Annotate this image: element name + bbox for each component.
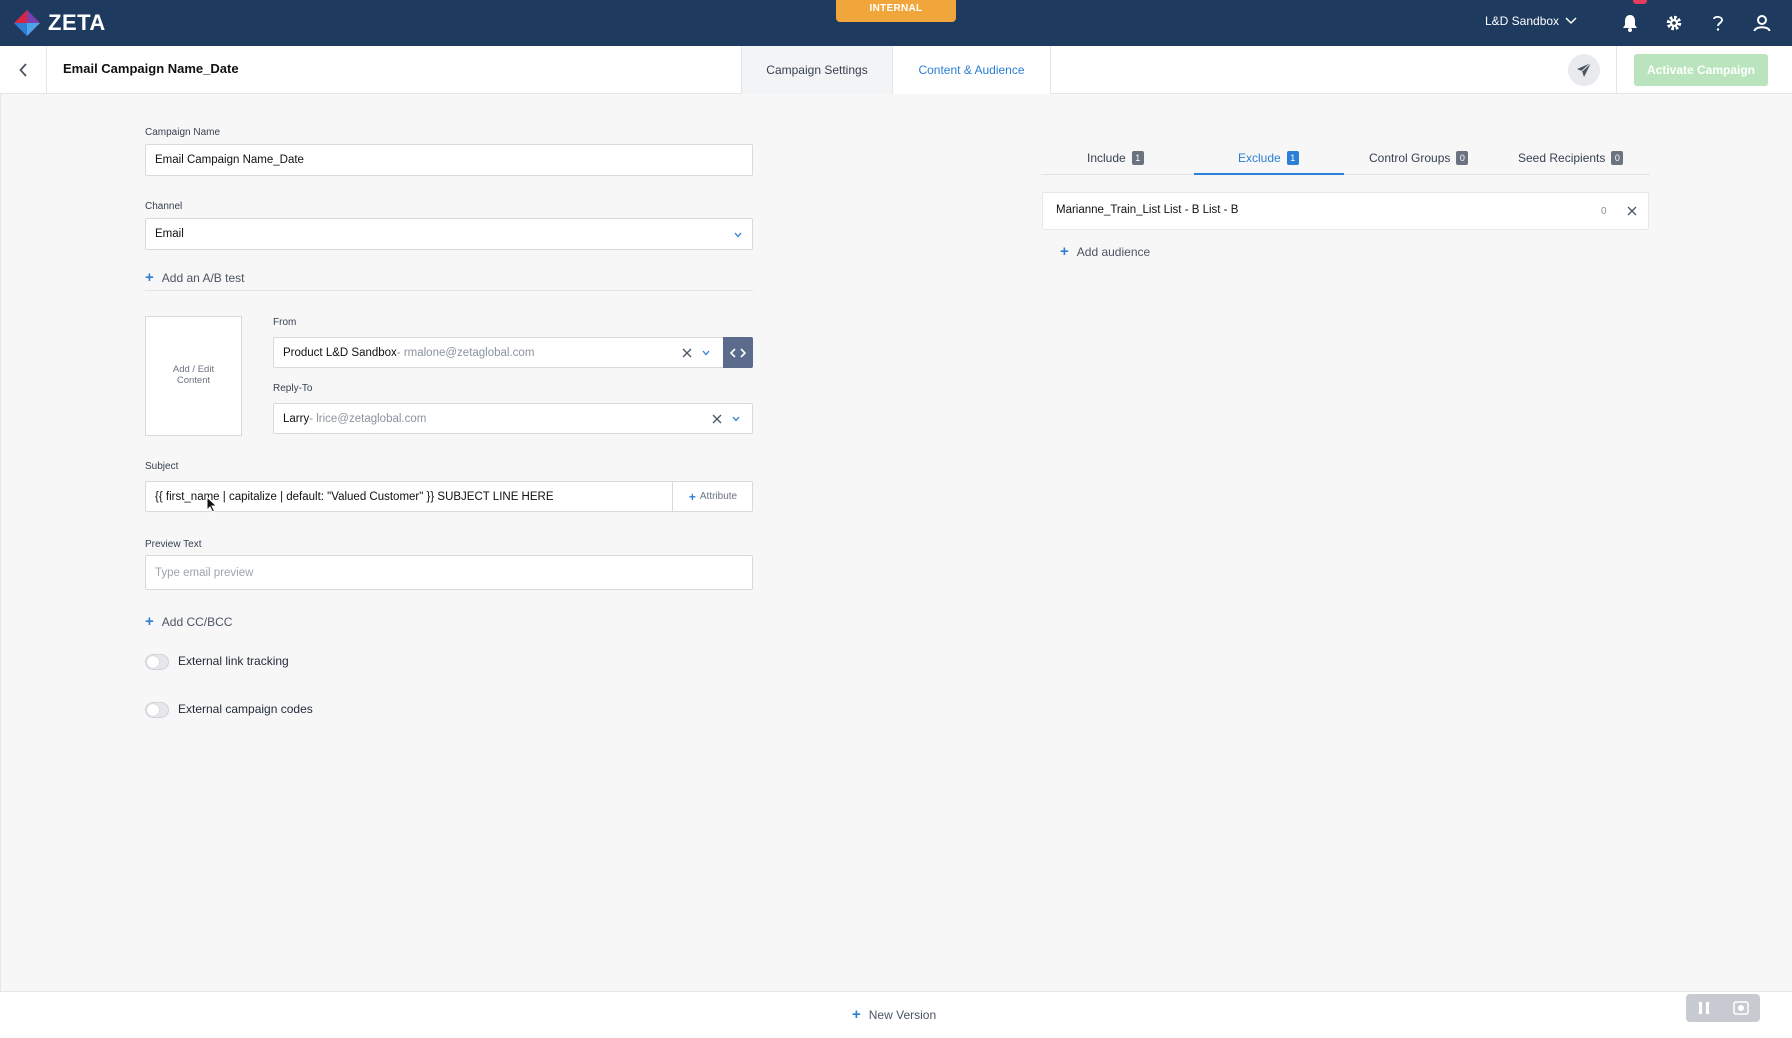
code-toggle-button[interactable] (723, 337, 753, 368)
plus-icon: + (145, 613, 154, 630)
notification-indicator (1633, 0, 1647, 4)
insert-attribute-button[interactable]: + Attribute (672, 481, 753, 512)
zeta-logo-icon (14, 10, 40, 36)
top-navigation-bar: ZETA INTERNAL L&D Sandbox (0, 0, 1792, 46)
reply-to-name: Larry (283, 412, 310, 425)
tab-include-label: Include (1087, 151, 1126, 165)
control-groups-count-badge: 0 (1456, 151, 1469, 165)
plus-icon: + (1060, 243, 1069, 260)
tab-seed-recipients[interactable]: Seed Recipients 0 (1518, 142, 1624, 174)
chevron-down-icon (1565, 17, 1577, 25)
clear-icon[interactable] (682, 348, 692, 358)
audience-count: 0 (1601, 206, 1607, 217)
preview-text-placeholder: Type email preview (155, 566, 254, 579)
add-ab-test-label: Add an A/B test (161, 270, 245, 285)
add-edit-content-button[interactable]: Add / Edit Content (145, 316, 242, 436)
external-link-tracking-label: External link tracking (178, 654, 289, 668)
from-label: From (273, 317, 297, 328)
tab-campaign-settings[interactable]: Campaign Settings (741, 46, 892, 94)
zeta-logo[interactable]: ZETA (12, 6, 106, 40)
subject-input[interactable]: {{ first_name | capitalize | default: "V… (145, 481, 753, 512)
add-ab-test-button[interactable]: + Add an A/B test (145, 270, 245, 285)
channel-select[interactable]: Email (145, 218, 753, 250)
chevron-down-icon (732, 416, 740, 422)
workspace-label: L&D Sandbox (1485, 14, 1560, 28)
reply-to-label: Reply-To (273, 383, 313, 394)
gear-icon[interactable] (1663, 12, 1685, 34)
from-select[interactable]: Product L&D Sandbox - rmalone@zetaglobal… (273, 337, 724, 368)
reply-to-email: - lrice@zetaglobal.com (309, 412, 427, 425)
external-campaign-codes-toggle[interactable] (145, 702, 169, 718)
campaign-header: Email Campaign Name_Date Campaign Settin… (0, 46, 1792, 94)
mouse-cursor-icon (206, 496, 218, 513)
tab-seed-recipients-label: Seed Recipients (1518, 151, 1606, 165)
code-icon (730, 347, 746, 358)
user-profile-icon[interactable] (1751, 12, 1773, 34)
seed-recipients-count-badge: 0 (1611, 151, 1624, 165)
tab-control-groups[interactable]: Control Groups 0 (1369, 142, 1469, 174)
chevron-left-icon (18, 63, 27, 77)
plus-icon: + (852, 1006, 861, 1023)
audience-name: Marianne_Train_List List - B List - B (1056, 204, 1239, 216)
add-cc-bcc-label: Add CC/BCC (161, 614, 233, 629)
attribute-label: Attribute (699, 491, 738, 502)
chevron-down-icon (702, 350, 710, 356)
audience-tabs-divider (1041, 174, 1650, 175)
add-audience-label: Add audience (1076, 244, 1151, 259)
tab-exclude-label: Exclude (1238, 151, 1281, 165)
remove-audience-icon[interactable] (1627, 206, 1637, 216)
add-audience-button[interactable]: + Add audience (1060, 244, 1150, 259)
exclude-count-badge: 1 (1286, 151, 1299, 165)
new-version-button[interactable]: + New Version (852, 1007, 936, 1022)
add-edit-content-label: Add / Edit Content (172, 364, 215, 386)
active-tab-indicator (1194, 173, 1344, 175)
new-version-label: New Version (868, 1007, 937, 1022)
workspace-selector[interactable]: L&D Sandbox (1485, 14, 1577, 28)
chevron-down-icon (734, 232, 742, 238)
paper-plane-icon (1577, 62, 1592, 77)
bell-icon[interactable] (1619, 12, 1641, 34)
tab-exclude[interactable]: Exclude 1 (1238, 142, 1299, 174)
campaign-name-label: Campaign Name (145, 127, 221, 138)
channel-label: Channel (145, 201, 183, 212)
from-email: - rmalone@zetaglobal.com (396, 346, 535, 359)
plus-icon: + (688, 489, 696, 504)
plus-icon: + (145, 269, 154, 286)
campaign-name-value: Email Campaign Name_Date (155, 154, 304, 166)
preview-text-input[interactable]: Type email preview (145, 555, 753, 590)
back-button[interactable] (0, 46, 47, 94)
divider (145, 290, 753, 291)
activate-campaign-button[interactable]: Activate Campaign (1634, 54, 1768, 86)
footer-bar: + New Version (0, 991, 1792, 1038)
header-divider (1616, 46, 1617, 94)
campaign-title: Email Campaign Name_Date (63, 61, 239, 76)
include-count-badge: 1 (1131, 151, 1144, 165)
recording-controls[interactable] (1686, 994, 1760, 1022)
brand-name: ZETA (48, 10, 106, 35)
channel-value: Email (155, 228, 184, 240)
internal-environment-badge: INTERNAL (836, 0, 956, 22)
help-icon[interactable] (1707, 12, 1729, 34)
subject-label: Subject (145, 461, 179, 472)
from-name: Product L&D Sandbox (283, 346, 397, 359)
audience-list-item[interactable]: Marianne_Train_List List - B List - B 0 (1042, 192, 1649, 230)
tab-include[interactable]: Include 1 (1087, 142, 1144, 174)
pause-icon[interactable] (1698, 1001, 1710, 1015)
send-test-button[interactable] (1568, 54, 1600, 86)
add-cc-bcc-button[interactable]: + Add CC/BCC (145, 614, 232, 629)
stop-recording-icon[interactable] (1732, 1001, 1749, 1015)
preview-text-label: Preview Text (145, 539, 202, 550)
external-campaign-codes-label: External campaign codes (178, 702, 313, 716)
reply-to-select[interactable]: Larry - lrice@zetaglobal.com (273, 403, 753, 434)
external-link-tracking-toggle[interactable] (145, 654, 169, 670)
tab-control-groups-label: Control Groups (1369, 151, 1451, 165)
clear-icon[interactable] (712, 414, 722, 424)
content-audience-panel: Campaign Name Email Campaign Name_Date C… (0, 94, 1792, 991)
tab-content-audience[interactable]: Content & Audience (892, 46, 1051, 94)
campaign-name-input[interactable]: Email Campaign Name_Date (145, 144, 753, 176)
